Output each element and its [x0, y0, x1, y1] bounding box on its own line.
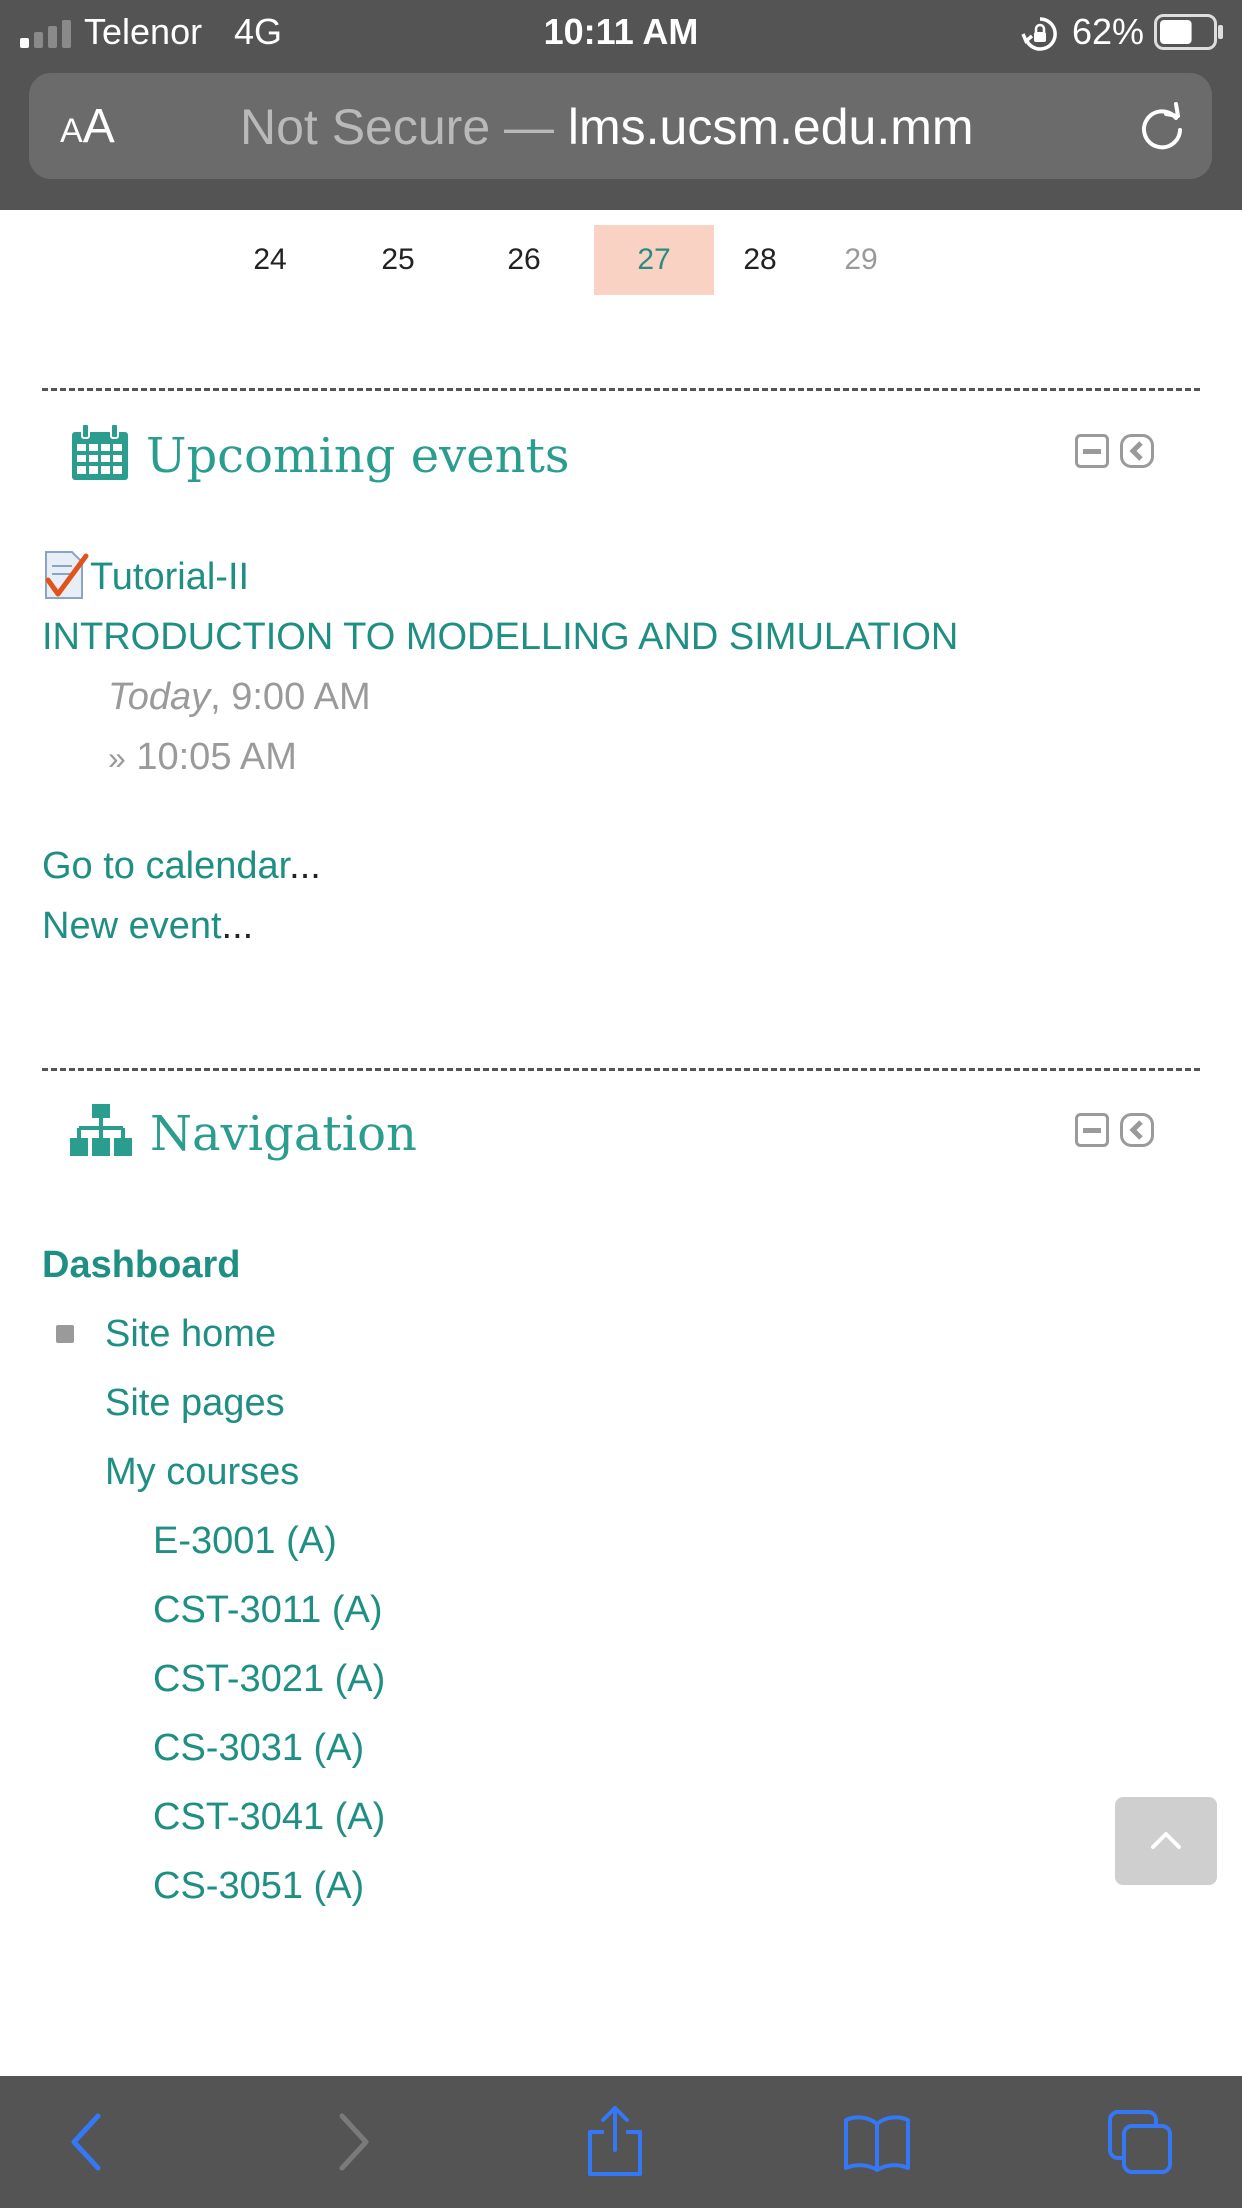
nav-site-home[interactable]: Site home — [105, 1310, 276, 1358]
nav-site-pages[interactable]: Site pages — [105, 1379, 285, 1427]
url-host: lms.ucsm.edu.mm — [567, 99, 974, 155]
event-start-time: , 9:00 AM — [210, 676, 371, 718]
go-to-calendar-label: Go to calendar — [42, 845, 290, 887]
text-size-button[interactable]: AA — [60, 101, 115, 157]
new-event-label: New event — [42, 905, 222, 947]
nav-course-item[interactable]: CST-3011 (A) — [153, 1586, 382, 1634]
event-start: Today, 9:00 AM — [108, 673, 371, 721]
assignment-icon — [42, 550, 90, 600]
block-divider — [42, 1068, 1200, 1071]
security-label: Not Secure — — [240, 99, 568, 155]
event-end-arrow: » — [108, 740, 126, 776]
calendar-day[interactable]: 29 — [801, 225, 921, 295]
back-icon[interactable] — [66, 2112, 110, 2172]
event-day-label: Today — [108, 676, 211, 718]
dock-block-icon[interactable] — [1120, 1113, 1154, 1147]
collapse-block-icon[interactable] — [1075, 434, 1109, 468]
nav-course-item[interactable]: E-3001 (A) — [153, 1517, 337, 1565]
event-end-time: 10:05 AM — [136, 736, 297, 778]
ellipsis: ... — [289, 845, 321, 887]
forward-icon[interactable] — [330, 2112, 374, 2172]
collapse-block-icon[interactable] — [1075, 1113, 1109, 1147]
calendar-day[interactable]: 26 — [464, 225, 584, 295]
text-size-small-glyph: A — [60, 112, 83, 150]
calendar-icon — [70, 423, 130, 482]
tabs-icon[interactable] — [1106, 2108, 1176, 2176]
bullet-icon — [56, 1325, 74, 1343]
bookmarks-icon[interactable] — [842, 2112, 912, 2172]
orientation-lock-icon — [1020, 14, 1060, 54]
event-end: » 10:05 AM — [108, 733, 297, 782]
event-name-link[interactable]: Tutorial-II — [90, 553, 249, 601]
calendar-day[interactable]: 24 — [210, 225, 330, 295]
navigation-title: Navigation — [150, 1106, 417, 1162]
share-icon[interactable] — [584, 2104, 646, 2178]
sitemap-icon — [70, 1104, 132, 1158]
battery-icon — [1154, 14, 1224, 50]
nav-course-item[interactable]: CST-3041 (A) — [153, 1793, 385, 1841]
block-divider — [42, 388, 1200, 391]
scroll-to-top-button[interactable] — [1115, 1797, 1217, 1885]
chevron-up-icon — [1151, 1832, 1181, 1849]
battery-percent: 62% — [1072, 11, 1145, 52]
event-course-link[interactable]: INTRODUCTION TO MODELLING AND SIMULATION — [42, 613, 958, 661]
calendar-day-today[interactable]: 27 — [594, 225, 714, 295]
new-event-link[interactable]: New event... — [42, 902, 253, 950]
nav-my-courses[interactable]: My courses — [105, 1448, 299, 1496]
calendar-day[interactable]: 25 — [338, 225, 458, 295]
dock-block-icon[interactable] — [1120, 434, 1154, 468]
nav-dashboard[interactable]: Dashboard — [42, 1241, 240, 1289]
text-size-large-glyph: A — [82, 100, 115, 153]
nav-course-item[interactable]: CS-3051 (A) — [153, 1862, 364, 1910]
nav-course-item[interactable]: CS-3031 (A) — [153, 1724, 364, 1772]
go-to-calendar-link[interactable]: Go to calendar... — [42, 842, 321, 890]
nav-course-item[interactable]: CST-3021 (A) — [153, 1655, 385, 1703]
reload-icon[interactable] — [1136, 100, 1188, 152]
url-text[interactable]: Not Secure — lms.ucsm.edu.mm — [240, 97, 974, 157]
upcoming-events-title: Upcoming events — [146, 428, 570, 484]
ellipsis: ... — [221, 905, 254, 947]
